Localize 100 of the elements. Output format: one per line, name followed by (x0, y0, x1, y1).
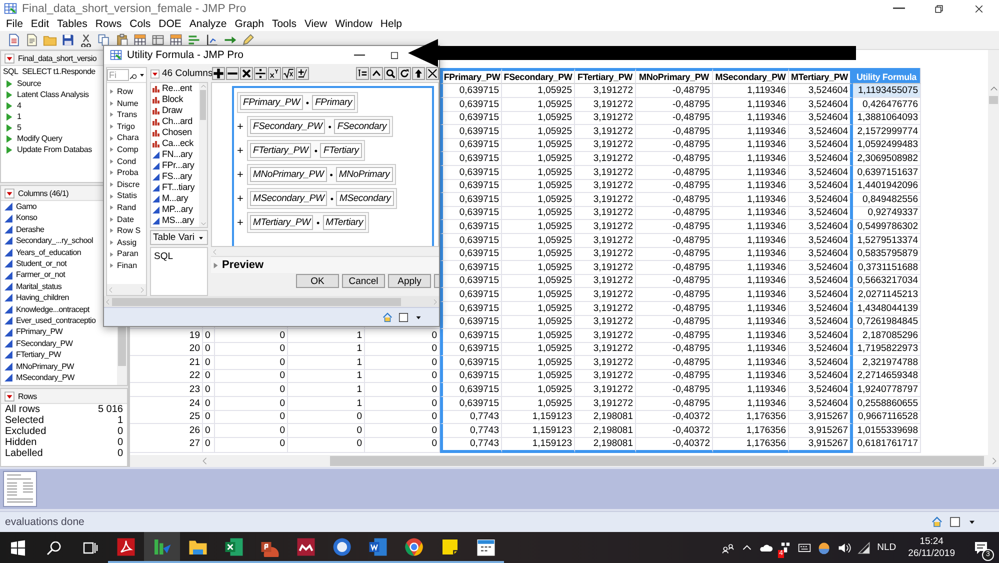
column-header[interactable]: FTertiary_PW (575, 68, 636, 84)
menu-item[interactable]: Graph (230, 18, 268, 30)
home-icon[interactable] (382, 312, 393, 322)
operator-button[interactable] (226, 67, 239, 80)
variable-name[interactable]: FPrimary (312, 95, 356, 110)
column-item[interactable]: Draw (151, 105, 199, 116)
column-item[interactable]: MS...ary (151, 215, 199, 226)
operator-button[interactable] (370, 67, 383, 80)
toolbar-button[interactable] (6, 32, 22, 48)
column-item[interactable]: Ca...eck (151, 138, 199, 149)
operator-button[interactable] (356, 67, 369, 80)
toolbar-button[interactable] (150, 32, 166, 48)
menu-item[interactable]: View (300, 18, 332, 30)
scrollbar[interactable] (199, 83, 207, 227)
function-category[interactable]: Chara (107, 132, 146, 144)
square-icon[interactable] (398, 312, 409, 322)
operator-button[interactable] (282, 67, 295, 80)
toolbar-button[interactable] (114, 32, 130, 48)
column-item[interactable]: FN...ary (151, 149, 199, 160)
column-item[interactable]: Ch...ard (151, 116, 199, 127)
column-item[interactable]: FPrimary_PW (1, 326, 117, 338)
menu-item[interactable]: Analyze (185, 18, 231, 30)
square-icon[interactable] (949, 516, 961, 528)
row-number[interactable]: 23 (130, 383, 203, 398)
column-item[interactable]: FTertiary_PW (1, 349, 117, 361)
column-item[interactable]: Block (151, 94, 199, 105)
operator-button[interactable] (212, 67, 225, 80)
coefficient-name[interactable]: FPrimary_PW (240, 95, 303, 110)
column-item[interactable]: M...ary (151, 193, 199, 204)
column-item[interactable]: MP...ary (151, 204, 199, 215)
toolbar-button[interactable] (204, 32, 220, 48)
column-item[interactable]: MSecondary_PW (1, 372, 117, 384)
column-item[interactable]: FT...tiary (151, 182, 199, 193)
column-item[interactable]: Marital_status (1, 280, 117, 292)
row-number[interactable]: 25 (130, 410, 203, 424)
variable-name[interactable]: FTertiary (320, 143, 362, 158)
wifi-icon[interactable] (857, 540, 872, 554)
row-number[interactable]: 20 (130, 342, 203, 356)
function-category[interactable]: Discre (107, 178, 146, 190)
search-field[interactable]: Fi (107, 69, 129, 81)
variable-name[interactable]: MTertiary (322, 215, 366, 230)
toolbar-button[interactable] (78, 32, 94, 48)
dialog-button[interactable]: Apply (388, 274, 431, 288)
column-item[interactable]: Farmer_or_not (1, 269, 117, 281)
column-item[interactable]: MNoPrimary_PW (1, 360, 117, 372)
coefficient-name[interactable]: MNoPrimary_PW (250, 167, 327, 182)
menu-item[interactable]: Window (331, 18, 376, 30)
operator-button[interactable] (254, 67, 267, 80)
menu-item[interactable]: Tools (268, 18, 300, 30)
coefficient-name[interactable]: MSecondary_PW (250, 191, 328, 206)
menu-item[interactable]: File (2, 18, 27, 30)
table-variables-dropdown[interactable]: Table Vari (150, 230, 208, 245)
scroll-thumb[interactable] (989, 96, 998, 104)
dialog-button[interactable]: OK (296, 274, 339, 288)
scrollbar[interactable] (107, 284, 146, 295)
column-item[interactable]: Re...ent (151, 83, 199, 94)
column-header[interactable]: MNoPrimary_PW (636, 68, 713, 84)
column-item[interactable]: FS...ary (151, 171, 199, 182)
notification-icon[interactable] (973, 540, 989, 556)
function-category[interactable]: Trigo (107, 120, 146, 132)
operator-button[interactable] (398, 67, 411, 80)
column-item[interactable]: FSecondary_PW (1, 338, 117, 350)
function-category[interactable]: Proba (107, 167, 146, 179)
function-category[interactable]: Statis (107, 190, 146, 202)
operator-button[interactable] (240, 67, 253, 80)
menu-item[interactable]: Edit (26, 18, 54, 30)
toolbar-button[interactable] (60, 32, 76, 48)
dialog-button[interactable]: Cancel (342, 274, 385, 288)
function-category[interactable]: Nume (107, 98, 146, 110)
triangle-icon[interactable] (211, 260, 220, 270)
column-item[interactable]: Ever_used_contraceptio (1, 315, 117, 326)
scrollbar[interactable] (211, 247, 439, 256)
preview-header[interactable]: Preview (222, 259, 264, 271)
menu-item[interactable]: Help (376, 18, 406, 30)
home-icon[interactable] (931, 516, 943, 528)
clock-date[interactable]: 26/11/2019 (908, 548, 955, 560)
column-header[interactable]: MSecondary_PW (713, 68, 789, 84)
variable-name[interactable]: FSecondary (334, 119, 390, 134)
report-thumbnail[interactable] (3, 471, 37, 507)
coefficient-name[interactable]: MTertiary_PW (250, 215, 314, 230)
menu-item[interactable]: Rows (91, 18, 126, 30)
column-header[interactable]: MTertiary_PW (789, 68, 853, 84)
column-item[interactable]: Having_children (1, 292, 117, 304)
menu-item[interactable]: DOE (154, 18, 186, 30)
menu-item[interactable]: Tables (53, 18, 92, 30)
variable-name[interactable]: MSecondary (336, 191, 394, 206)
operator-button[interactable] (426, 67, 439, 80)
formula-term[interactable]: FPrimary_PW • FPrimary (237, 92, 358, 113)
scrollbar[interactable] (104, 296, 439, 307)
coefficient-name[interactable]: FTertiary_PW (250, 143, 312, 158)
formula-term[interactable]: MTertiary_PW • MTertiary (247, 212, 370, 233)
function-category[interactable]: Trans (107, 109, 146, 121)
column-header[interactable]: FSecondary_PW (502, 68, 575, 84)
script-item[interactable]: Source (1, 78, 127, 89)
formula-term[interactable]: FTertiary_PW • FTertiary (247, 140, 365, 161)
weather-icon[interactable] (817, 540, 832, 554)
column-item[interactable]: Knowledge...ontracept (1, 304, 117, 316)
menu-item[interactable]: Cols (126, 18, 155, 30)
formula-term[interactable]: MSecondary_PW • MSecondary (247, 188, 397, 209)
toolbar-button[interactable] (168, 32, 184, 48)
